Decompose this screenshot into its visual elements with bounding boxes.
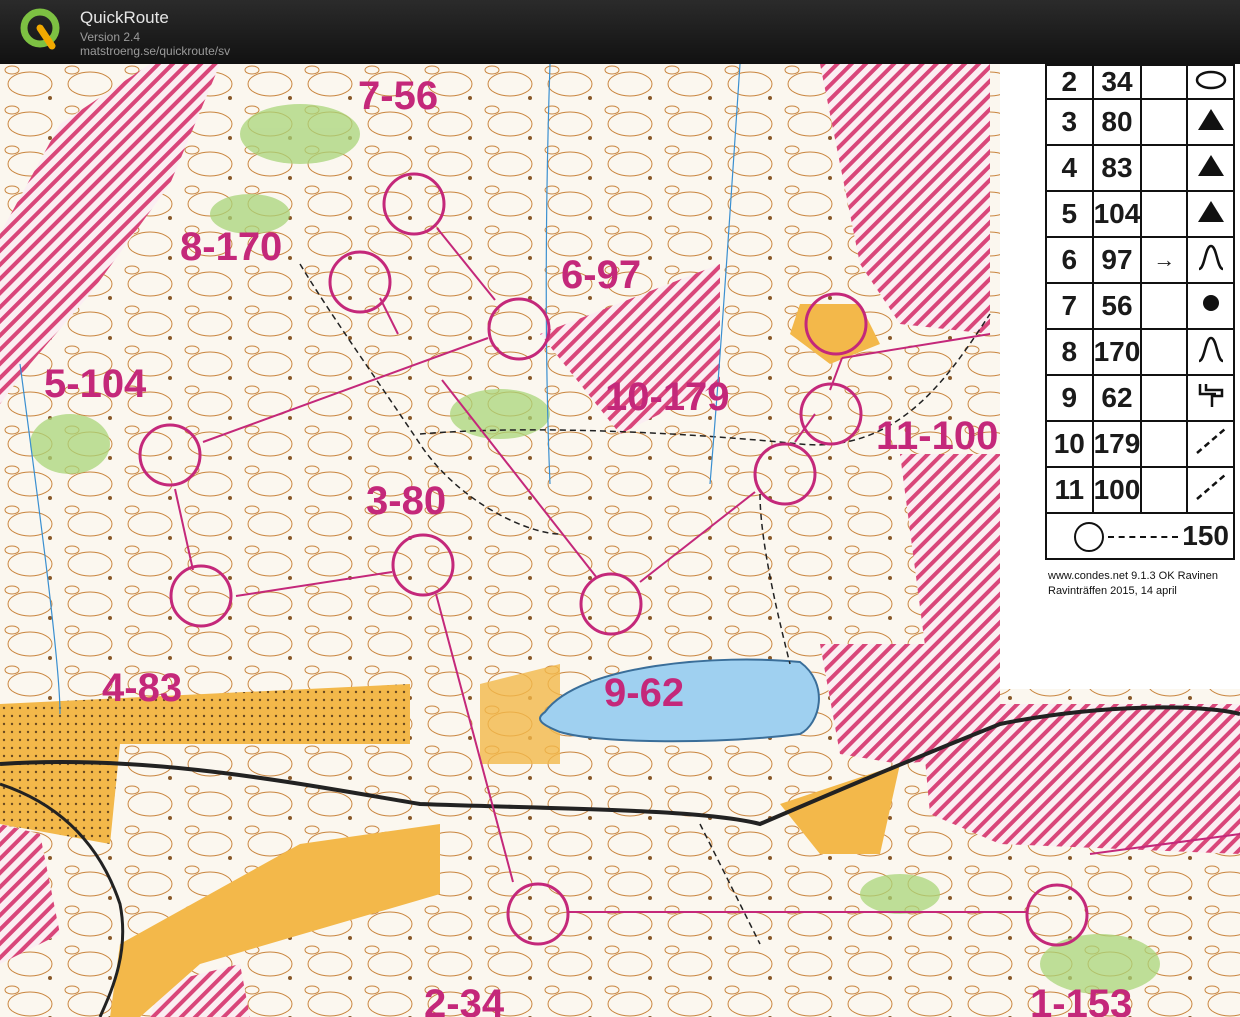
triangle-icon xyxy=(1186,190,1235,238)
description-row: 8 170 xyxy=(1045,328,1235,376)
control-label-9: 9-62 xyxy=(604,671,684,715)
triangle-icon xyxy=(1186,98,1235,146)
description-row: 2 34 xyxy=(1045,64,1235,100)
control-label-10: 10-179 xyxy=(605,375,730,419)
control-number: 8 xyxy=(1045,328,1094,376)
control-code: 56 xyxy=(1091,282,1143,330)
direction-cell xyxy=(1140,144,1189,192)
control-description-table: 2 34 3 80 4 83 5 104 6 97 → 7 56 8 170 9 62 10 179 11 100 150 xyxy=(1045,64,1235,560)
direction-cell xyxy=(1140,420,1189,468)
description-row: 11 100 xyxy=(1045,466,1235,514)
control-label-3: 3-80 xyxy=(366,479,446,523)
direction-cell xyxy=(1140,98,1189,146)
title-bar: QuickRoute Version 2.4 matstroeng.se/qui… xyxy=(0,0,1240,64)
finish-row: 150 xyxy=(1045,512,1235,560)
control-label-8: 8-170 xyxy=(180,225,282,269)
control-code: 83 xyxy=(1091,144,1143,192)
direction-cell xyxy=(1140,64,1189,100)
direction-cell xyxy=(1140,328,1189,376)
control-label-1: 1-153 xyxy=(1030,982,1132,1017)
control-number: 9 xyxy=(1045,374,1094,422)
description-row: 7 56 xyxy=(1045,282,1235,330)
direction-cell xyxy=(1140,282,1189,330)
control-number: 11 xyxy=(1045,466,1094,514)
description-row: 4 83 xyxy=(1045,144,1235,192)
control-code: 97 xyxy=(1091,236,1143,284)
control-number: 7 xyxy=(1045,282,1094,330)
description-row: 5 104 xyxy=(1045,190,1235,238)
app-url[interactable]: matstroeng.se/quickroute/sv xyxy=(80,44,230,58)
control-label-11: 11-100 xyxy=(876,414,998,458)
control-code: 104 xyxy=(1091,190,1143,238)
control-number: 6 xyxy=(1045,236,1094,284)
control-code: 80 xyxy=(1091,98,1143,146)
control-number: 5 xyxy=(1045,190,1094,238)
dot-icon xyxy=(1186,282,1235,330)
credit-line-2: Ravinträffen 2015, 14 april xyxy=(1048,585,1177,597)
description-row: 3 80 xyxy=(1045,98,1235,146)
control-label-7: 7-56 xyxy=(358,74,438,118)
direction-cell xyxy=(1140,190,1189,238)
app-name: QuickRoute xyxy=(80,8,169,27)
control-label-4: 4-83 xyxy=(102,666,182,710)
finish-distance: 150 xyxy=(1182,519,1229,551)
diagonal-dashed-icon xyxy=(1186,420,1235,468)
control-code: 179 xyxy=(1091,420,1143,468)
direction-cell: → xyxy=(1140,236,1189,284)
description-row: 10 179 xyxy=(1045,420,1235,468)
control-number: 10 xyxy=(1045,420,1094,468)
app-version: Version 2.4 xyxy=(80,30,141,44)
description-row: 6 97 → xyxy=(1045,236,1235,284)
knoll-bend-icon xyxy=(1186,328,1235,376)
finish-circle-icon xyxy=(1074,522,1105,553)
control-number: 3 xyxy=(1045,98,1094,146)
control-label-6: 6-97 xyxy=(561,253,641,297)
control-label-2: 2-34 xyxy=(424,982,505,1017)
control-code: 100 xyxy=(1091,466,1143,514)
oval-icon xyxy=(1186,64,1235,100)
control-code: 34 xyxy=(1091,64,1143,100)
direction-cell xyxy=(1140,466,1189,514)
knoll-bend-icon xyxy=(1186,236,1235,284)
fork-icon xyxy=(1186,374,1235,422)
control-code: 170 xyxy=(1091,328,1143,376)
triangle-icon xyxy=(1186,144,1235,192)
quickroute-logo-icon xyxy=(20,8,60,50)
finish-dash xyxy=(1108,536,1179,539)
credit-line-1: www.condes.net 9.1.3 OK Ravinen xyxy=(1048,570,1218,582)
control-number: 4 xyxy=(1045,144,1094,192)
direction-cell xyxy=(1140,374,1189,422)
control-label-5: 5-104 xyxy=(44,362,147,406)
control-code: 62 xyxy=(1091,374,1143,422)
description-row: 9 62 xyxy=(1045,374,1235,422)
diagonal-dashed-icon xyxy=(1186,466,1235,514)
control-number: 2 xyxy=(1045,64,1094,100)
